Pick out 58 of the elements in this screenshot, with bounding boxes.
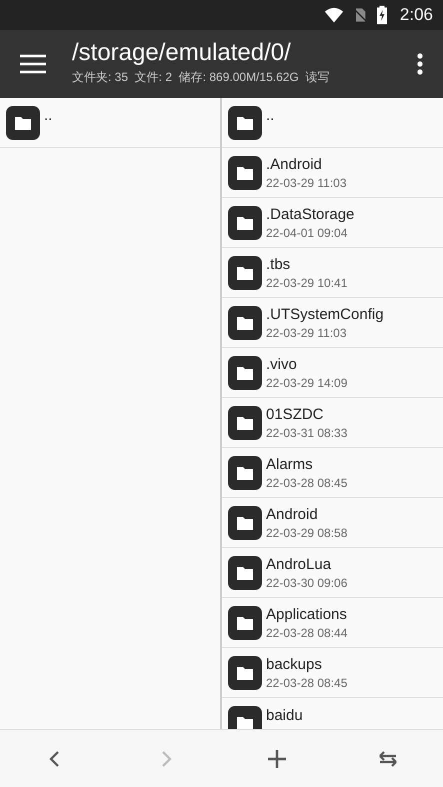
file-name: Alarms (266, 456, 314, 472)
folder-item[interactable]: .. (0, 98, 220, 148)
folder-item[interactable]: .vivo 22-03-29 14:09 (222, 348, 443, 398)
folder-item[interactable]: backups 22-03-28 08:45 (222, 648, 443, 698)
modified-date: 22-03-29 11:03 (266, 326, 348, 340)
file-name: .vivo (266, 356, 298, 372)
folder-icon (228, 206, 262, 240)
modified-date: 22-04-01 09:04 (266, 226, 348, 240)
modified-date: 22-03-30 09:06 (266, 576, 348, 590)
modified-date: 22-03-28 08:45 (266, 676, 348, 690)
folder-item[interactable]: .. (222, 98, 443, 148)
folder-icon (228, 256, 262, 290)
menu-icon[interactable] (20, 54, 46, 74)
file-name: AndroLua (266, 556, 332, 572)
modified-date: 22-03-29 14:09 (266, 376, 348, 390)
file-name: Applications (266, 606, 348, 622)
folder-item[interactable]: .Android 22-03-29 11:03 (222, 148, 443, 198)
file-name: backups (266, 656, 323, 672)
folder-icon (228, 556, 262, 590)
modified-date: 22-03-28 08:45 (266, 476, 348, 490)
modified-date: 22-03-28 08:44 (266, 626, 348, 640)
file-name: .. (266, 107, 274, 124)
folder-icon (228, 456, 262, 490)
modified-date: 22-03-29 10:41 (266, 276, 348, 290)
modified-date: 22-03-29 11:03 (266, 176, 347, 190)
folder-item[interactable]: AndroLua 22-03-30 09:06 (222, 548, 443, 598)
battery-charging-icon (376, 5, 388, 25)
file-name: .. (44, 107, 52, 124)
folder-icon (228, 406, 262, 440)
folder-item[interactable]: .tbs 22-03-29 10:41 (222, 248, 443, 298)
more-options-icon[interactable] (417, 52, 423, 76)
folder-icon (228, 356, 262, 390)
folder-icon (228, 606, 262, 640)
folder-item[interactable]: Alarms 22-03-28 08:45 (222, 448, 443, 498)
file-name: Android (266, 506, 319, 522)
file-name: .tbs (266, 256, 292, 272)
file-name: 01SZDC (266, 406, 325, 422)
folder-icon (228, 656, 262, 690)
folder-item[interactable]: Android 22-03-29 08:58 (222, 498, 443, 548)
file-name: .DataStorage (266, 206, 354, 222)
file-name: .Android (266, 156, 323, 172)
folder-item[interactable]: .DataStorage 22-04-01 09:04 (222, 198, 443, 248)
folder-item[interactable]: .UTSystemConfig 22-03-29 11:03 (222, 298, 443, 348)
storage-info: 文件夹: 35 文件: 2 储存: 869.00M/15.62G 读写 (72, 68, 330, 86)
folder-icon (6, 106, 40, 140)
folder-item[interactable]: Applications 22-03-28 08:44 (222, 598, 443, 648)
folder-icon (228, 506, 262, 540)
file-name: baidu (266, 707, 303, 724)
folder-icon (228, 306, 262, 340)
folder-item[interactable]: 01SZDC 22-03-31 08:33 (222, 398, 443, 448)
folder-icon (228, 156, 262, 190)
wifi-icon (324, 5, 344, 25)
modified-date: 22-03-29 08:58 (266, 526, 348, 540)
path-title: /storage/emulated/0/ (72, 38, 292, 66)
file-name: .UTSystemConfig (266, 306, 384, 322)
folder-icon (228, 106, 262, 140)
modified-date: 22-03-31 08:33 (266, 426, 348, 440)
clock-time: 2:06 (400, 5, 433, 25)
